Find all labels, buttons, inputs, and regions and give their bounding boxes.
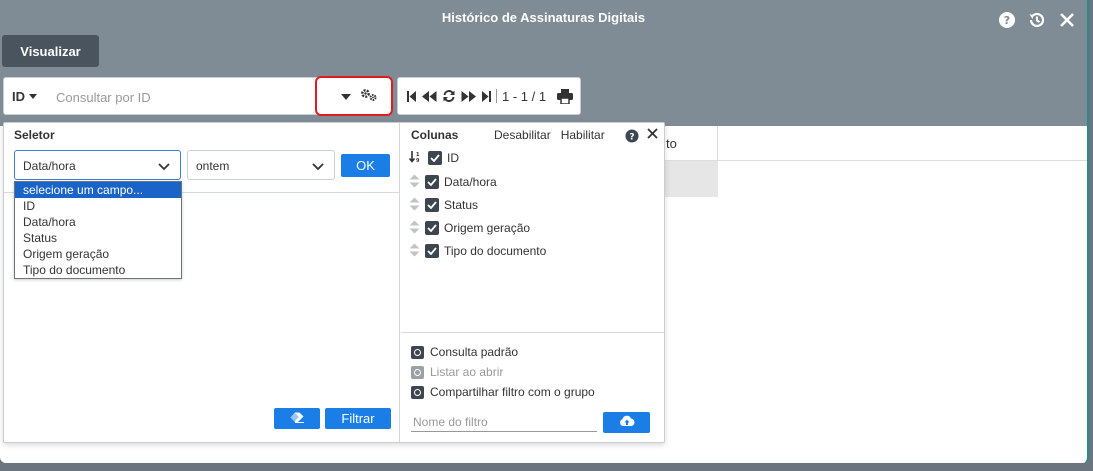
close-icon[interactable] xyxy=(647,126,658,143)
column-label: Origem geração xyxy=(444,221,531,235)
chevron-down-icon xyxy=(158,160,170,174)
search-input[interactable] xyxy=(54,86,304,108)
column-label: Data/hora xyxy=(444,175,497,189)
radio-icon[interactable] xyxy=(411,365,424,379)
default-query-option[interactable]: Consulta padrão xyxy=(411,344,518,360)
window: Histórico de Assinaturas Digitais ? Visu… xyxy=(0,0,1089,463)
selector-title: Seletor xyxy=(14,128,55,142)
columns-title: Colunas xyxy=(411,128,459,142)
column-row[interactable]: 19 ID xyxy=(408,149,459,167)
column-label: ID xyxy=(447,151,459,165)
dropdown-caret-icon[interactable] xyxy=(341,94,351,100)
field-dropdown-list: selecione um campo... ID Data/hora Statu… xyxy=(14,181,182,279)
search-field-selector[interactable]: ID xyxy=(12,89,25,104)
help-icon[interactable]: ? xyxy=(625,129,639,146)
last-page-icon[interactable] xyxy=(481,90,491,102)
share-filter-label: Compartilhar filtro com o grupo xyxy=(430,385,595,399)
checkbox-checked-icon[interactable] xyxy=(425,198,439,212)
grid-header: to xyxy=(664,126,1087,161)
history-icon[interactable] xyxy=(1027,10,1047,30)
sort-order-icon[interactable]: 19 xyxy=(408,150,423,166)
next-page-icon[interactable] xyxy=(461,90,476,102)
field-select[interactable]: Data/hora xyxy=(14,150,181,180)
grid-column-header[interactable]: to xyxy=(666,136,677,151)
default-query-label: Consulta padrão xyxy=(430,345,519,359)
list-on-open-label: Listar ao abrir xyxy=(430,365,504,379)
period-select[interactable]: ontem xyxy=(187,150,335,180)
radio-icon[interactable] xyxy=(411,385,424,399)
reorder-arrows-icon[interactable] xyxy=(409,243,420,260)
dropdown-option[interactable]: ID xyxy=(15,198,181,214)
selector-pane: Seletor Data/hora ontem OK selecione um … xyxy=(4,123,400,442)
print-icon[interactable] xyxy=(557,88,574,104)
chevron-down-icon xyxy=(312,160,324,174)
grid-column-divider xyxy=(717,126,718,161)
svg-text:9: 9 xyxy=(416,158,420,163)
window-header: Histórico de Assinaturas Digitais ? Visu… xyxy=(0,0,1087,126)
dropdown-option[interactable]: Tipo do documento xyxy=(15,262,181,278)
caret-down-icon[interactable] xyxy=(29,94,37,99)
filter-button[interactable]: Filtrar xyxy=(325,408,391,429)
pager-count: 1 - 1 / 1 xyxy=(502,88,547,104)
filter-name-input[interactable] xyxy=(411,412,597,432)
disable-link[interactable]: Desabilitar xyxy=(494,128,551,142)
column-row[interactable]: Origem geração xyxy=(409,219,530,237)
svg-text:?: ? xyxy=(629,133,634,143)
enable-link[interactable]: Habilitar xyxy=(561,128,605,142)
view-button[interactable]: Visualizar xyxy=(2,35,99,67)
ok-button[interactable]: OK xyxy=(341,154,390,177)
close-icon[interactable] xyxy=(1057,10,1077,30)
column-row[interactable]: Tipo do documento xyxy=(409,242,546,260)
help-icon[interactable]: ? xyxy=(997,10,1017,30)
columns-actions: Desabilitar Habilitar xyxy=(494,128,605,142)
list-on-open-option[interactable]: Listar ao abrir xyxy=(411,364,503,380)
filter-panel: Seletor Data/hora ontem OK selecione um … xyxy=(3,122,665,443)
share-filter-option[interactable]: Compartilhar filtro com o grupo xyxy=(411,384,595,400)
window-title: Histórico de Assinaturas Digitais xyxy=(441,10,646,25)
previous-page-icon[interactable] xyxy=(422,90,437,102)
period-select-value: ontem xyxy=(196,159,230,173)
reorder-arrows-icon[interactable] xyxy=(409,220,420,237)
pager: 1 - 1 / 1 xyxy=(397,77,581,115)
column-row[interactable]: Data/hora xyxy=(409,173,497,191)
first-page-icon[interactable] xyxy=(407,90,417,102)
checkbox-checked-icon[interactable] xyxy=(425,244,439,258)
checkbox-checked-icon[interactable] xyxy=(425,221,439,235)
reorder-arrows-icon[interactable] xyxy=(409,197,420,214)
gears-icon[interactable] xyxy=(360,88,378,105)
column-row[interactable]: Status xyxy=(409,196,478,214)
columns-pane: Colunas Desabilitar Habilitar ? 19 ID Da… xyxy=(401,123,664,442)
radio-icon[interactable] xyxy=(411,345,424,359)
refresh-icon[interactable] xyxy=(442,89,456,103)
field-select-value: Data/hora xyxy=(23,159,76,173)
dropdown-option[interactable]: Status xyxy=(15,230,181,246)
dropdown-option[interactable]: selecione um campo... xyxy=(15,182,181,198)
pane-divider xyxy=(401,332,664,333)
dropdown-option[interactable]: Origem geração xyxy=(15,246,181,262)
checkbox-checked-icon[interactable] xyxy=(428,151,442,165)
eraser-icon xyxy=(290,411,304,426)
highlight-box xyxy=(315,76,393,116)
svg-text:?: ? xyxy=(1004,14,1010,27)
reorder-arrows-icon[interactable] xyxy=(409,174,420,191)
dropdown-option[interactable]: Data/hora xyxy=(15,214,181,230)
pager-separator xyxy=(496,89,497,103)
checkbox-checked-icon[interactable] xyxy=(425,175,439,189)
cloud-upload-icon xyxy=(619,415,635,430)
column-label: Tipo do documento xyxy=(444,244,547,258)
header-icons: ? xyxy=(997,10,1077,30)
clear-button[interactable] xyxy=(274,408,320,429)
save-filter-button[interactable] xyxy=(603,412,650,433)
column-label: Status xyxy=(444,198,479,212)
grid-cell[interactable] xyxy=(664,161,718,197)
